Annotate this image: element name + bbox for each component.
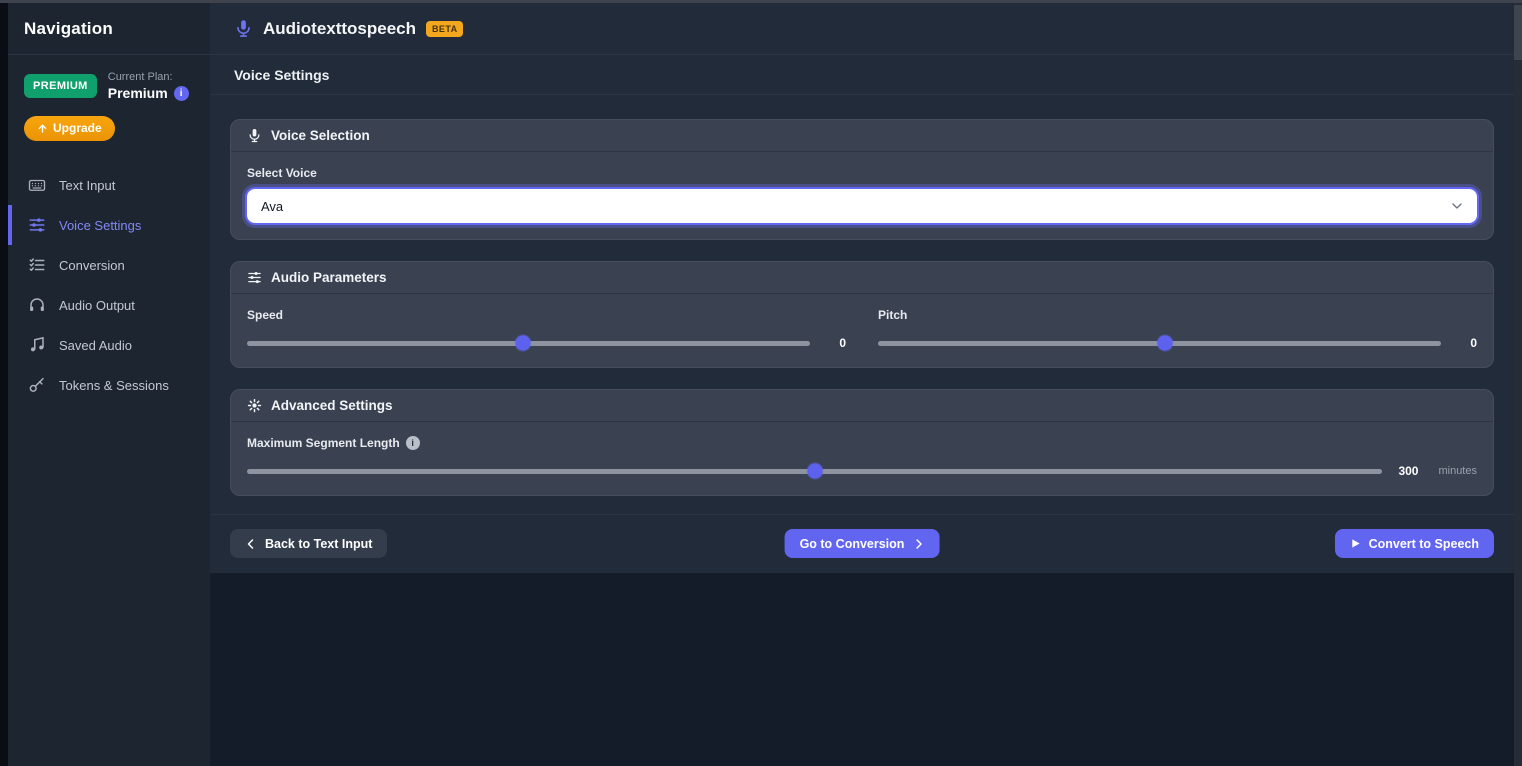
sidebar-item-label: Saved Audio — [59, 337, 133, 353]
headphones-icon — [28, 296, 46, 314]
window-top-border — [0, 0, 1522, 3]
keyboard-icon — [28, 176, 46, 194]
pitch-value: 0 — [1470, 336, 1477, 350]
card-title: Audio Parameters — [271, 270, 387, 285]
sliders-icon — [28, 216, 46, 234]
sidebar-item-conversion[interactable]: Conversion — [8, 245, 210, 285]
chevron-left-icon — [245, 538, 257, 550]
pitch-slider-thumb[interactable] — [1157, 335, 1173, 351]
plan-info-icon[interactable]: i — [173, 85, 189, 101]
speed-parameter: Speed 0 — [247, 308, 846, 351]
sidebar-item-voice-settings[interactable]: Voice Settings — [8, 205, 210, 245]
sidebar-nav: Text Input Voice Settings Conversion Aud… — [8, 165, 210, 405]
max-segment-length-slider-thumb[interactable] — [807, 463, 823, 479]
max-segment-length-value: 300 — [1398, 464, 1419, 478]
max-segment-length-slider[interactable] — [247, 463, 1383, 479]
page-scrollbar[interactable] — [1514, 3, 1522, 766]
page-title-bar: Voice Settings — [210, 55, 1514, 95]
microphone-icon — [234, 19, 253, 38]
upgrade-button[interactable]: Upgrade — [24, 116, 115, 141]
card-title: Voice Selection — [271, 128, 370, 143]
page-title: Voice Settings — [234, 66, 330, 83]
app-root: Navigation PREMIUM Current Plan: Premium… — [0, 3, 1514, 766]
bottom-background — [210, 573, 1514, 766]
chevron-right-icon — [912, 538, 924, 550]
back-button-label: Back to Text Input — [265, 536, 373, 551]
plan-section: PREMIUM Current Plan: Premium i — [8, 55, 210, 101]
footer-actions: Back to Text Input Go to Conversion Conv… — [230, 529, 1494, 559]
speed-slider[interactable] — [247, 335, 810, 351]
sliders-icon — [247, 270, 262, 285]
voice-select[interactable]: Ava — [247, 189, 1477, 223]
premium-badge: PREMIUM — [24, 74, 97, 98]
pitch-label: Pitch — [878, 308, 908, 322]
voice-selection-card: Voice Selection Select Voice Ava — [230, 119, 1494, 240]
chevron-down-icon — [1449, 198, 1465, 214]
key-icon — [28, 376, 46, 394]
audio-parameters-card-header: Audio Parameters — [231, 262, 1493, 294]
sidebar-item-label: Conversion — [59, 257, 125, 273]
back-to-text-input-button[interactable]: Back to Text Input — [230, 529, 388, 558]
sidebar-item-text-input[interactable]: Text Input — [8, 165, 210, 205]
sidebar-item-label: Audio Output — [59, 297, 135, 313]
sidebar-item-label: Tokens & Sessions — [59, 377, 169, 393]
audio-parameters-card: Audio Parameters Speed 0 Pitch 0 — [230, 261, 1494, 368]
max-segment-length-label: Maximum Segment Length — [247, 436, 400, 450]
plan-info: Current Plan: Premium i — [108, 71, 189, 101]
plan-name: Premium — [107, 85, 168, 101]
checklist-icon — [28, 256, 46, 274]
sidebar-item-audio-output[interactable]: Audio Output — [8, 285, 210, 325]
card-title: Advanced Settings — [271, 398, 393, 413]
speed-value: 0 — [839, 336, 846, 350]
current-plan-label: Current Plan: — [107, 71, 173, 83]
go-to-conversion-label: Go to Conversion — [799, 536, 905, 551]
up-arrow-icon — [37, 123, 48, 134]
convert-button-label: Convert to Speech — [1368, 536, 1479, 551]
advanced-settings-card-header: Advanced Settings — [231, 390, 1493, 422]
convert-to-speech-button[interactable]: Convert to Speech — [1334, 529, 1494, 558]
main-area: Audiotexttospeech BETA Voice Settings Vo… — [210, 3, 1514, 766]
sidebar-header: Navigation — [8, 3, 210, 55]
voice-select-value: Ava — [261, 198, 284, 214]
left-edge-strip — [0, 3, 8, 766]
scrollbar-thumb[interactable] — [1514, 5, 1522, 60]
sidebar-item-label: Voice Settings — [59, 217, 142, 233]
max-segment-length-unit: minutes — [1438, 465, 1477, 477]
gear-icon — [247, 398, 262, 413]
pitch-slider[interactable] — [878, 335, 1441, 351]
content: Voice Selection Select Voice Ava Audio P… — [210, 95, 1514, 573]
upgrade-label: Upgrade — [53, 121, 102, 135]
music-note-icon — [28, 336, 46, 354]
pitch-parameter: Pitch 0 — [878, 308, 1477, 351]
select-voice-label: Select Voice — [247, 166, 317, 180]
go-to-conversion-button[interactable]: Go to Conversion — [784, 529, 940, 558]
microphone-icon — [247, 128, 262, 143]
sidebar-item-saved-audio[interactable]: Saved Audio — [8, 325, 210, 365]
speed-label: Speed — [247, 308, 284, 322]
sidebar: Navigation PREMIUM Current Plan: Premium… — [8, 3, 210, 766]
info-icon[interactable]: i — [405, 436, 420, 450]
sidebar-item-label: Text Input — [59, 177, 116, 193]
footer-divider — [210, 514, 1514, 515]
sidebar-title: Navigation — [24, 18, 113, 38]
speed-slider-thumb[interactable] — [515, 335, 531, 351]
advanced-settings-card: Advanced Settings Maximum Segment Length… — [230, 389, 1494, 496]
beta-badge: BETA — [426, 20, 464, 37]
play-icon — [1350, 538, 1361, 549]
sidebar-item-tokens-sessions[interactable]: Tokens & Sessions — [8, 365, 210, 405]
app-header: Audiotexttospeech BETA — [210, 3, 1514, 55]
voice-selection-card-header: Voice Selection — [231, 120, 1493, 152]
app-title: Audiotexttospeech — [263, 18, 417, 38]
